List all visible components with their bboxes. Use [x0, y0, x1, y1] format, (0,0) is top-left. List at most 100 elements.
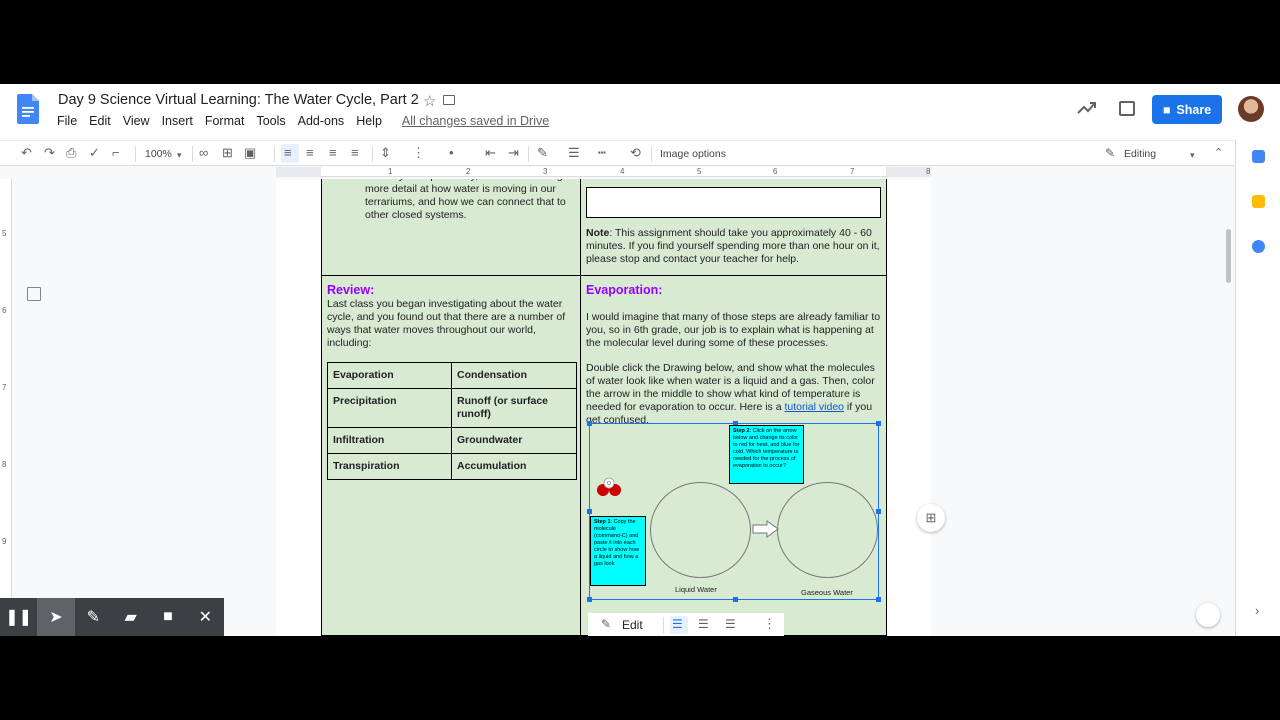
- term-cell[interactable]: Evaporation: [327, 362, 452, 389]
- term-cell[interactable]: Runoff (or surface runoff): [451, 388, 577, 428]
- menu-add-ons[interactable]: Add-ons: [292, 114, 351, 128]
- calendar-icon[interactable]: [1252, 150, 1265, 163]
- term-cell[interactable]: Accumulation: [451, 453, 577, 480]
- document-title[interactable]: Day 9 Science Virtual Learning: The Wate…: [58, 92, 419, 108]
- menu-tools[interactable]: Tools: [250, 114, 291, 128]
- toolbar-divider: [528, 146, 529, 162]
- replace-image-icon[interactable]: ⟲: [630, 146, 641, 160]
- decrease-indent-icon[interactable]: ⇤: [485, 146, 496, 160]
- table-cell-note[interactable]: Note: This assignment should take you ap…: [580, 179, 887, 276]
- review-body: Last class you began investigating about…: [327, 298, 566, 349]
- menu-view[interactable]: View: [117, 114, 156, 128]
- resize-handle[interactable]: [587, 597, 592, 602]
- zoom-select[interactable]: 100%: [145, 148, 172, 160]
- save-status[interactable]: All changes saved in Drive: [396, 114, 555, 128]
- resize-handle[interactable]: [587, 509, 592, 514]
- tutorial-video-link[interactable]: tutorial video: [784, 401, 844, 413]
- justify-icon[interactable]: ≡: [351, 146, 359, 160]
- camera-icon[interactable]: ■: [149, 598, 186, 636]
- border-color-icon[interactable]: ✎: [537, 146, 548, 160]
- editing-mode-select[interactable]: Editing: [1124, 148, 1156, 160]
- menu-insert[interactable]: Insert: [156, 114, 199, 128]
- resize-handle[interactable]: [876, 509, 881, 514]
- star-icon[interactable]: ☆: [423, 92, 436, 110]
- border-dash-icon[interactable]: ┅: [598, 146, 606, 160]
- chevron-up-icon[interactable]: ⌃: [1214, 146, 1223, 160]
- align-left-icon[interactable]: ≡: [284, 146, 292, 160]
- docs-logo-icon[interactable]: [17, 94, 39, 124]
- comment-history-icon[interactable]: [1119, 101, 1135, 116]
- term-cell[interactable]: Infiltration: [327, 427, 452, 454]
- table-cell-intro[interactable]: water cycle. Specifically, we will be lo…: [321, 179, 581, 276]
- add-comment-float-button[interactable]: ⊞: [917, 504, 945, 532]
- more-options-icon[interactable]: ⋮: [763, 616, 776, 632]
- water-molecule-icon[interactable]: O: [594, 476, 624, 498]
- toolbar-divider: [135, 146, 136, 162]
- term-cell[interactable]: Precipitation: [327, 388, 452, 428]
- add-comment-icon[interactable]: ⊞: [222, 146, 233, 160]
- account-avatar[interactable]: [1238, 96, 1264, 122]
- menu-file[interactable]: File: [51, 114, 83, 128]
- vertical-scrollbar[interactable]: [1226, 229, 1231, 283]
- border-weight-icon[interactable]: ☰: [568, 146, 580, 160]
- pen-icon[interactable]: ✎: [75, 598, 112, 636]
- horizontal-ruler[interactable]: 1 2 3 4 5 6 7 8: [276, 167, 931, 177]
- resize-handle[interactable]: [587, 421, 592, 426]
- resize-handle[interactable]: [876, 597, 881, 602]
- liquid-water-label: Liquid Water: [675, 585, 717, 594]
- image-options-button[interactable]: Image options: [660, 148, 726, 160]
- gaseous-water-circle[interactable]: [777, 482, 878, 578]
- menu-format[interactable]: Format: [199, 114, 251, 128]
- insert-image-icon[interactable]: ▣: [244, 146, 256, 160]
- wrap-text-icon[interactable]: ☰: [698, 617, 709, 631]
- undo-icon[interactable]: ↶: [21, 146, 32, 160]
- table-cell-review[interactable]: Review: Last class you began investigati…: [321, 275, 581, 636]
- chevron-right-icon[interactable]: ›: [1255, 603, 1259, 618]
- explore-button[interactable]: [1196, 603, 1220, 627]
- menu-edit[interactable]: Edit: [83, 114, 117, 128]
- term-cell[interactable]: Condensation: [451, 362, 577, 389]
- term-cell[interactable]: Groundwater: [451, 427, 577, 454]
- align-right-icon[interactable]: ≡: [329, 146, 337, 160]
- resize-handle[interactable]: [876, 421, 881, 426]
- activity-trend-icon[interactable]: [1077, 100, 1097, 116]
- ruler-mark: 7: [2, 383, 7, 392]
- bulleted-list-icon[interactable]: •: [449, 146, 454, 160]
- resize-handle[interactable]: [733, 597, 738, 602]
- ruler-mark: 8: [2, 460, 7, 469]
- edit-drawing-button[interactable]: Edit: [622, 618, 643, 632]
- increase-indent-icon[interactable]: ⇥: [508, 146, 519, 160]
- close-icon[interactable]: ✕: [187, 598, 224, 636]
- liquid-water-circle[interactable]: [650, 482, 751, 578]
- tasks-icon[interactable]: [1252, 240, 1265, 253]
- answer-box[interactable]: [586, 187, 881, 218]
- ruler-mark: 1: [388, 167, 393, 176]
- document-outline-icon[interactable]: [27, 287, 41, 301]
- share-button[interactable]: ■ Share: [1152, 95, 1222, 124]
- keep-icon[interactable]: [1252, 195, 1265, 208]
- move-folder-icon[interactable]: [443, 95, 455, 105]
- spellcheck-icon[interactable]: ✓: [89, 146, 100, 160]
- numbered-list-icon[interactable]: ⋮: [412, 146, 425, 160]
- menu-help[interactable]: Help: [350, 114, 388, 128]
- term-cell[interactable]: Transpiration: [327, 453, 452, 480]
- insert-link-icon[interactable]: ∞: [199, 146, 208, 160]
- line-spacing-icon[interactable]: ⇕: [380, 146, 391, 160]
- zoom-chevron-down-icon[interactable]: ▾: [177, 148, 182, 162]
- inline-wrap-icon[interactable]: ☰: [672, 617, 683, 631]
- align-center-icon[interactable]: ≡: [306, 146, 314, 160]
- mode-chevron-down-icon[interactable]: ▾: [1190, 148, 1195, 162]
- edit-pencil-icon[interactable]: ✎: [601, 617, 611, 631]
- water-cycle-terms-table[interactable]: Evaporation Condensation Precipitation R…: [327, 362, 577, 480]
- pencil-icon[interactable]: ✎: [1105, 146, 1115, 160]
- pointer-icon[interactable]: ➤: [37, 598, 75, 636]
- redo-icon[interactable]: ↷: [44, 146, 55, 160]
- water-molecule-drawing[interactable]: Step 2: Click on the arrow below and cha…: [587, 421, 881, 602]
- vertical-ruler[interactable]: 5 6 7 8 9: [0, 179, 12, 636]
- paint-format-icon[interactable]: ⌐: [112, 146, 120, 160]
- temperature-arrow-icon[interactable]: [752, 520, 779, 538]
- highlighter-icon[interactable]: ▰: [112, 598, 149, 636]
- pause-icon[interactable]: ❚❚: [0, 598, 37, 636]
- break-text-icon[interactable]: ☰: [725, 617, 736, 631]
- print-icon[interactable]: ⎙: [66, 146, 76, 160]
